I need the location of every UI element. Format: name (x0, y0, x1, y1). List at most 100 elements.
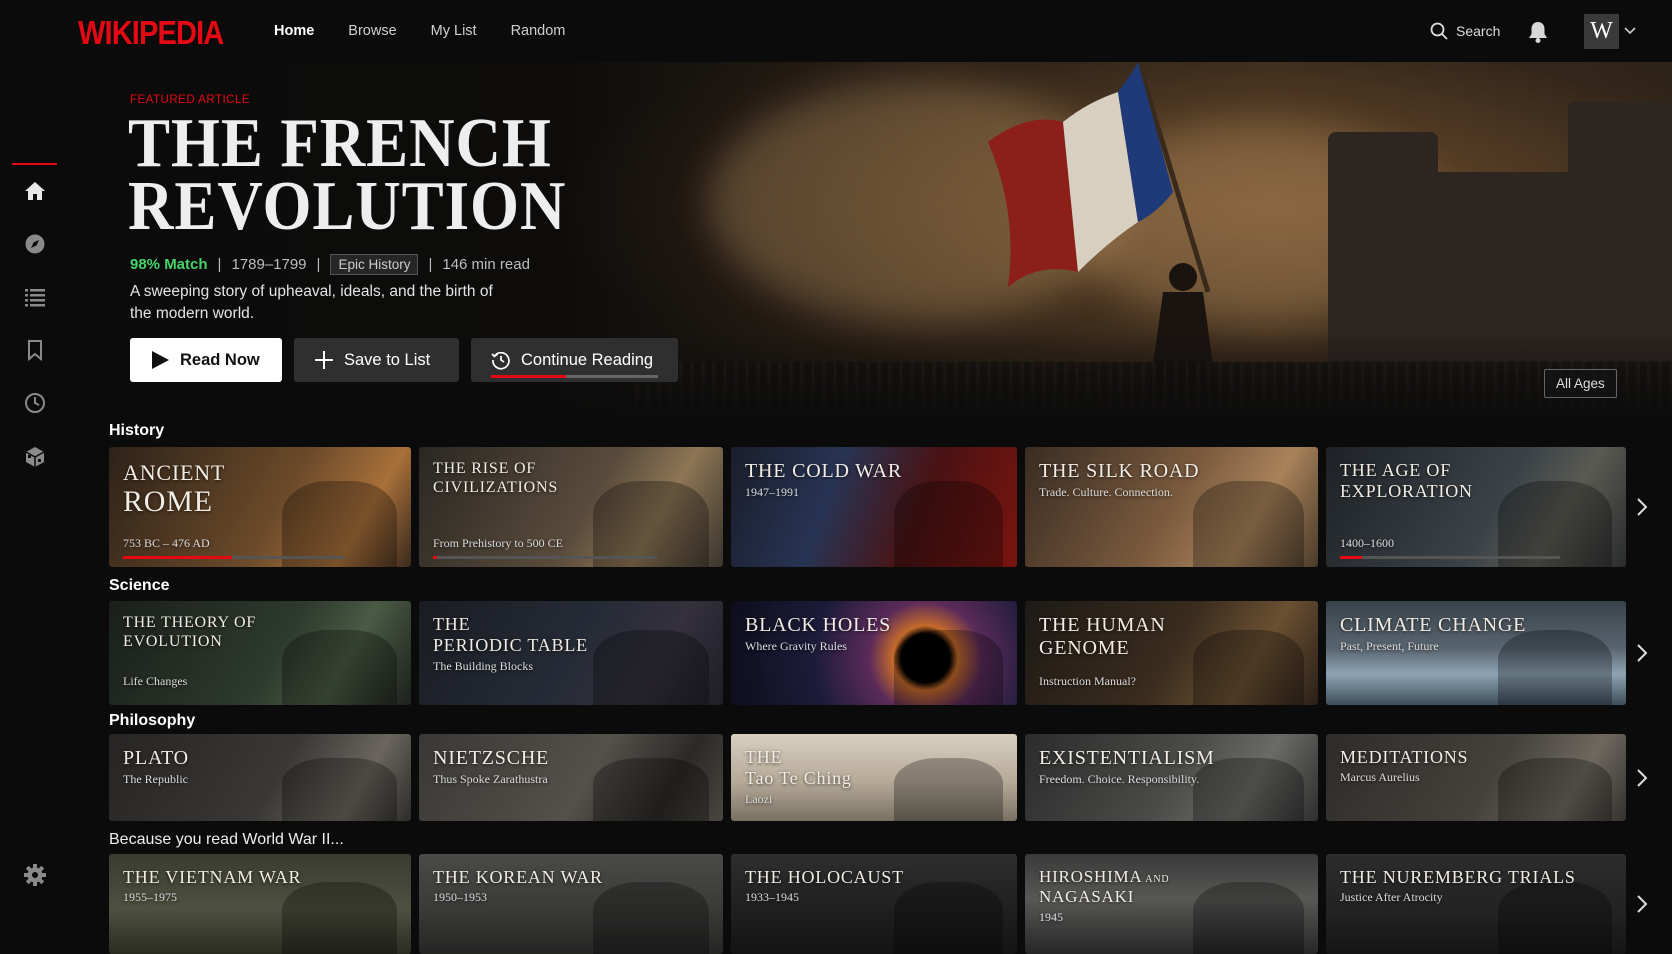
chevron-down-icon[interactable] (1624, 26, 1636, 36)
main-nav: Home Browse My List Random (274, 23, 565, 39)
row-history-title[interactable]: History (109, 422, 164, 440)
hero-description: A sweeping story of upheaval, ideals, an… (130, 283, 493, 322)
card-title: GENOME (1039, 637, 1130, 659)
row-philosophy-card[interactable]: EXISTENTIALISM Freedom. Choice. Responsib… (1025, 734, 1318, 821)
row-history-card[interactable]: THE SILK ROAD Trade. Culture. Connection. (1025, 447, 1318, 567)
row-science-card[interactable]: THE PERIODIC TABLE The Building Blocks (419, 601, 723, 705)
row-philosophy-card[interactable]: MEDITATIONS Marcus Aurelius (1326, 734, 1626, 821)
row-science-card[interactable]: THE HUMAN GENOME Instruction Manual? (1025, 601, 1318, 705)
sidebar-item-topics[interactable] (22, 444, 48, 470)
nav-browse[interactable]: Browse (348, 23, 396, 39)
card-title: THE THEORY OF (123, 614, 257, 631)
card-title: Tao Te Ching (745, 768, 852, 788)
card-title: EVOLUTION (123, 633, 223, 650)
search-icon (1430, 22, 1448, 40)
play-icon (152, 351, 169, 369)
card-title: THE RISE OF (433, 460, 537, 477)
search-button[interactable]: Search (1430, 22, 1500, 40)
card-subtitle: Life Changes (123, 674, 188, 688)
card-artwork (1498, 481, 1612, 567)
row-science-card[interactable]: BLACK HOLES Where Gravity Rules (731, 601, 1017, 705)
row-philosophy-card[interactable]: NIETZSCHE Thus Spoke Zarathustra (419, 734, 723, 821)
row-history-card[interactable]: THE RISE OF CIVILIZATIONS From Prehistory … (419, 447, 723, 567)
save-to-list-button[interactable]: Save to List (294, 338, 459, 382)
reading-progress-bar (1340, 556, 1560, 559)
continue-reading-button[interactable]: Continue Reading (471, 338, 678, 382)
card-title-connector: AND (1142, 874, 1170, 885)
card-subtitle: Freedom. Choice. Responsibility. (1039, 772, 1200, 786)
row-because-you-read-card[interactable]: THE VIETNAM WAR 1955–1975 (109, 854, 411, 954)
meta-separator: | (428, 256, 433, 273)
row-philosophy-card[interactable]: PLATO The Republic (109, 734, 411, 821)
avatar[interactable]: W (1584, 14, 1619, 49)
card-artwork (282, 630, 397, 705)
top-navigation-bar: WIKIPEDIA Home Browse My List Random Sea… (0, 0, 1672, 62)
progress-fill (1340, 556, 1362, 559)
row-philosophy-title[interactable]: Philosophy (109, 712, 195, 730)
read-now-button[interactable]: Read Now (130, 338, 282, 382)
hero-title: THE FRENCH REVOLUTION (128, 105, 566, 242)
hero-meta: 98% Match | 1789–1799 | Epic History | 1… (130, 254, 530, 275)
card-subtitle: From Prehistory to 500 CE (433, 536, 564, 550)
card-title: EXPLORATION (1340, 481, 1473, 501)
progress-fill (433, 556, 438, 559)
sidebar-item-home[interactable] (22, 178, 48, 204)
card-title: CIVILIZATIONS (433, 479, 559, 496)
notifications-button[interactable] (1527, 20, 1549, 49)
card-title: THE (745, 747, 783, 767)
card-subtitle: 1945 (1039, 910, 1063, 924)
row-science-title[interactable]: Science (109, 577, 169, 595)
row-because-you-read-title[interactable]: Because you read World War II... (109, 831, 344, 849)
card-title: THE HOLOCAUST (745, 867, 904, 887)
hero-castle-tower (1328, 132, 1438, 362)
list-icon (25, 289, 45, 307)
age-rating-badge: All Ages (1544, 369, 1617, 398)
row-science-card[interactable]: CLIMATE CHANGE Past, Present, Future (1326, 601, 1626, 705)
match-score: 98% Match (130, 256, 208, 273)
card-title: NIETZSCHE (433, 747, 550, 769)
card-subtitle: The Building Blocks (433, 659, 533, 673)
card-artwork (282, 481, 397, 567)
card-artwork (1498, 758, 1612, 821)
row-history-card[interactable]: ANCIENT ROME 753 BC – 476 AD (109, 447, 411, 567)
chevron-right-icon[interactable] (1632, 768, 1652, 788)
genre-tag[interactable]: Epic History (330, 254, 419, 275)
card-artwork (593, 758, 709, 821)
sidebar-item-bookmarks[interactable] (22, 337, 48, 363)
sidebar-item-history[interactable] (22, 390, 48, 416)
nav-random[interactable]: Random (511, 23, 566, 39)
card-title: THE COLD WAR (745, 460, 903, 482)
nav-my-list[interactable]: My List (431, 23, 477, 39)
search-label: Search (1456, 23, 1501, 39)
progress-fill (491, 375, 567, 378)
row-because-you-read-card[interactable]: THE NUREMBERG TRIALS Justice After Atroci… (1326, 854, 1626, 954)
card-subtitle: Trade. Culture. Connection. (1039, 485, 1173, 499)
row-history-card[interactable]: THE COLD WAR 1947–1991 (731, 447, 1017, 567)
row-because-you-read-card[interactable]: THE KOREAN WAR 1950–1953 (419, 854, 723, 954)
sidebar-item-list[interactable] (22, 284, 48, 310)
card-subtitle: Where Gravity Rules (745, 639, 847, 653)
card-subtitle: 1933–1945 (745, 890, 799, 904)
sidebar-item-browse[interactable] (22, 231, 48, 257)
card-title: THE VIETNAM WAR (123, 867, 302, 887)
sidebar (0, 62, 68, 941)
chevron-right-icon[interactable] (1632, 643, 1652, 663)
row-because-you-read-card[interactable]: HIROSHIMA AND NAGASAKI 1945 (1025, 854, 1318, 954)
row-philosophy-card[interactable]: THE Tao Te Ching Laozi (731, 734, 1017, 821)
plus-icon (315, 351, 333, 369)
card-artwork (593, 481, 709, 567)
card-subtitle: Thus Spoke Zarathustra (433, 772, 548, 786)
row-because-you-read-card[interactable]: THE HOLOCAUST 1933–1945 (731, 854, 1017, 954)
row-science-card[interactable]: THE THEORY OF EVOLUTION Life Changes (109, 601, 411, 705)
nav-home[interactable]: Home (274, 23, 314, 39)
wikipedia-logo[interactable]: WIKIPEDIA (78, 14, 224, 52)
sidebar-item-settings[interactable] (22, 862, 48, 888)
cube-icon (25, 447, 45, 467)
hero-title-line: THE FRENCH (128, 105, 552, 182)
row-history-card[interactable]: THE AGE OF EXPLORATION 1400–1600 (1326, 447, 1626, 567)
chevron-right-icon[interactable] (1632, 894, 1652, 914)
card-title: PLATO (123, 747, 189, 769)
history-icon (491, 351, 510, 370)
chevron-right-icon[interactable] (1632, 497, 1652, 517)
bell-icon (1529, 22, 1547, 43)
